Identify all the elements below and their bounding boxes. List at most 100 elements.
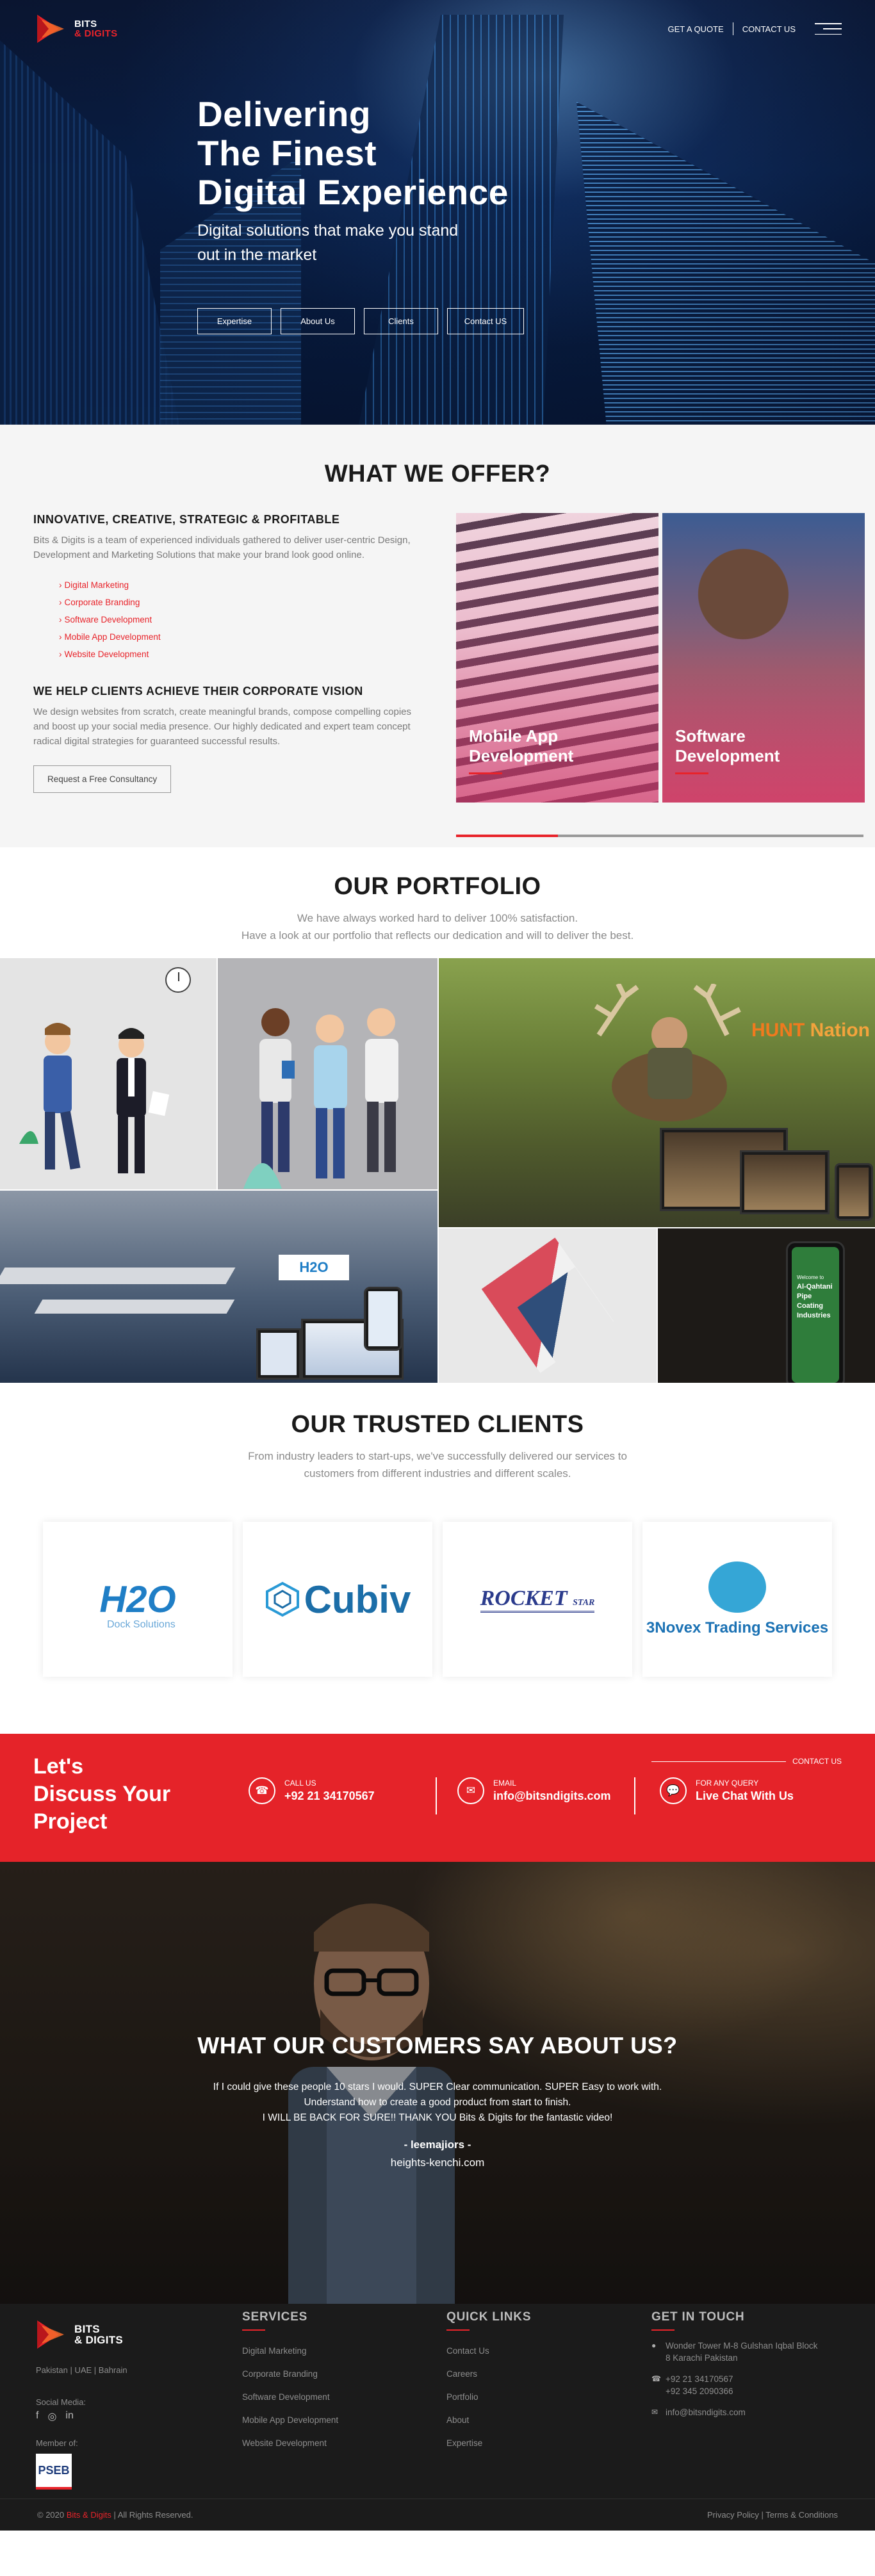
testimonial-site: heights-kenchi.com (390, 2156, 485, 2169)
dock-graphic (0, 1268, 236, 1284)
client-cubiv[interactable]: Cubiv (243, 1522, 432, 1677)
footer-link[interactable]: Portfolio (446, 2386, 531, 2409)
rocket-text: ROCKET (480, 1586, 568, 1610)
logo-mark-icon (33, 2317, 69, 2352)
contact-us-button[interactable]: Contact US (447, 308, 524, 334)
portfolio-tile-brochure[interactable] (439, 1228, 657, 1383)
email-text: EMAIL info@bitsndigits.com (493, 1779, 611, 1803)
portfolio-section: OUR PORTFOLIO We have always worked hard… (0, 847, 875, 1383)
portfolio-tile-h2o-dock[interactable]: H2O (0, 1191, 438, 1383)
footer-link[interactable]: Corporate Branding (242, 2363, 338, 2386)
email-label: EMAIL (493, 1779, 517, 1788)
brand-logo[interactable]: BITS & DIGITS (33, 11, 117, 47)
logo-line-2: & DIGITS (74, 28, 118, 39)
legal-links[interactable]: Privacy Policy | Terms & Conditions (707, 2510, 838, 2520)
instagram-icon[interactable]: ◎ (47, 2410, 56, 2423)
linkedin-icon[interactable]: in (65, 2410, 73, 2423)
phone-icon: ☎ (651, 2374, 661, 2383)
envelope-icon: ✉ (651, 2408, 658, 2417)
footer-address: ● Wonder Tower M-8 Gulshan Iqbal Block 8… (651, 2340, 817, 2364)
tablet-screen (261, 1333, 297, 1375)
portfolio-tile-business-illustration[interactable] (0, 958, 217, 1189)
copyright-brand[interactable]: Bits & Digits (67, 2510, 111, 2520)
hero-subtitle: Digital solutions that make you stand ou… (197, 222, 459, 264)
hero-title-line: Digital Experience (197, 172, 509, 212)
portfolio-tile-al-qahtani[interactable]: Welcome to Al-Qahtani Pipe Coating Indus… (658, 1228, 875, 1383)
call-us-text: CALL US +92 21 34170567 (284, 1779, 375, 1803)
footer-link[interactable]: Software Development (242, 2386, 338, 2409)
contact-us-link[interactable]: CONTACT US (742, 24, 796, 34)
pseb-logo: PSEB (36, 2454, 72, 2490)
footer-link[interactable]: Mobile App Development (242, 2409, 338, 2432)
call-us-label: CALL US (284, 1779, 316, 1788)
portfolio-line-2: Have a look at our portfolio that reflec… (241, 929, 634, 942)
list-item[interactable]: Mobile App Development (59, 628, 425, 646)
h2o-logo: H2O (99, 1578, 176, 1620)
nav-links: GET A QUOTE CONTACT US (668, 22, 842, 35)
portfolio-tile-hunt-nation[interactable]: HUNT Nation (439, 958, 875, 1227)
contact-us-text: CONTACT US (792, 1757, 842, 1766)
location-pin-icon: ● (651, 2341, 657, 2350)
chat-icon: 💬 (660, 1777, 687, 1804)
email-item[interactable]: ✉ EMAIL info@bitsndigits.com (457, 1777, 611, 1804)
list-item[interactable]: Website Development (59, 646, 425, 663)
clock-icon (165, 967, 191, 993)
list-item[interactable]: Software Development (59, 611, 425, 628)
phone-text: +92 21 34170567 +92 345 2090366 (666, 2373, 733, 2397)
star-text: STAR (573, 1597, 595, 1608)
phone-welcome-text: Welcome to (797, 1275, 824, 1280)
facebook-icon[interactable]: f (36, 2410, 38, 2423)
portfolio-grid: HUNT Nation H2O Welcome to Al-Qahtani Pi… (0, 958, 875, 1383)
footer-link[interactable]: Website Development (242, 2432, 338, 2455)
footer-phones[interactable]: ☎ +92 21 34170567 +92 345 2090366 (651, 2373, 817, 2397)
dock-graphic (34, 1300, 235, 1314)
footer-link[interactable]: About (446, 2409, 531, 2432)
quote-line: I WILL BE BACK FOR SURE!! THANK YOU Bits… (262, 2112, 613, 2123)
live-chat-item[interactable]: 💬 FOR ANY QUERY Live Chat With Us (660, 1777, 794, 1804)
get-quote-link[interactable]: GET A QUOTE (668, 24, 724, 34)
hero-content: Delivering The Finest Digital Experience… (197, 95, 524, 334)
contact-band: Let's Discuss Your Project CONTACT US ☎ … (0, 1734, 875, 1862)
software-card[interactable]: Software Development (662, 513, 865, 803)
list-item[interactable]: Digital Marketing (59, 576, 425, 594)
client-rocket-star[interactable]: ROCKET STAR (443, 1522, 632, 1677)
contact-us-label: CONTACT US (651, 1757, 842, 1766)
expertise-button[interactable]: Expertise (197, 308, 272, 334)
service-carousel: Mobile App Development Software Developm… (456, 513, 865, 803)
carousel-progress[interactable] (456, 835, 863, 837)
social-links: f ◎ in (36, 2410, 74, 2423)
list-item[interactable]: Corporate Branding (59, 594, 425, 611)
clients-title: OUR TRUSTED CLIENTS (291, 1411, 584, 1438)
hamburger-line (822, 28, 842, 29)
hamburger-icon[interactable] (815, 23, 842, 35)
footer-link[interactable]: Careers (446, 2363, 531, 2386)
logo-text: BITS & DIGITS (74, 2324, 123, 2345)
clients-button[interactable]: Clients (364, 308, 438, 334)
discuss-heading: Let's Discuss Your Project (33, 1753, 170, 1836)
hero-title: Delivering The Finest Digital Experience (197, 95, 524, 212)
footer-link[interactable]: Expertise (446, 2432, 531, 2455)
footer-touch-title: GET IN TOUCH (651, 2310, 817, 2331)
footer-email[interactable]: ✉ info@bitsndigits.com (651, 2406, 817, 2418)
deer-hunter-photo (594, 984, 741, 1121)
tablet-mockup (256, 1328, 301, 1380)
novex-text: 3Novex Trading Services (646, 1619, 829, 1636)
clients-line-2: customers from different industries and … (304, 1467, 571, 1480)
portfolio-tile-team-illustration[interactable] (218, 958, 438, 1189)
card-label: Software Development (675, 726, 780, 774)
footer-link[interactable]: Contact Us (446, 2340, 531, 2363)
hamburger-line (815, 33, 842, 35)
client-h2o[interactable]: H2O Dock Solutions (43, 1522, 233, 1677)
phone-mockup (364, 1287, 402, 1351)
free-consultancy-button[interactable]: Request a Free Consultancy (33, 765, 172, 793)
footer-link[interactable]: Digital Marketing (242, 2340, 338, 2363)
call-us-number: +92 21 34170567 (284, 1789, 375, 1802)
footer-logo[interactable]: BITS & DIGITS (33, 2317, 123, 2352)
logo-text: BITS & DIGITS (74, 19, 117, 38)
mobile-app-card[interactable]: Mobile App Development (456, 513, 658, 803)
phone-screen: Welcome to Al-Qahtani Pipe Coating Indus… (792, 1247, 839, 1383)
call-us-item[interactable]: ☎ CALL US +92 21 34170567 (249, 1777, 375, 1804)
about-us-button[interactable]: About Us (281, 308, 355, 334)
client-3novex[interactable]: 3Novex Trading Services (642, 1522, 832, 1677)
testimonial-section: WHAT OUR CUSTOMERS SAY ABOUT US? If I co… (0, 1862, 875, 2304)
